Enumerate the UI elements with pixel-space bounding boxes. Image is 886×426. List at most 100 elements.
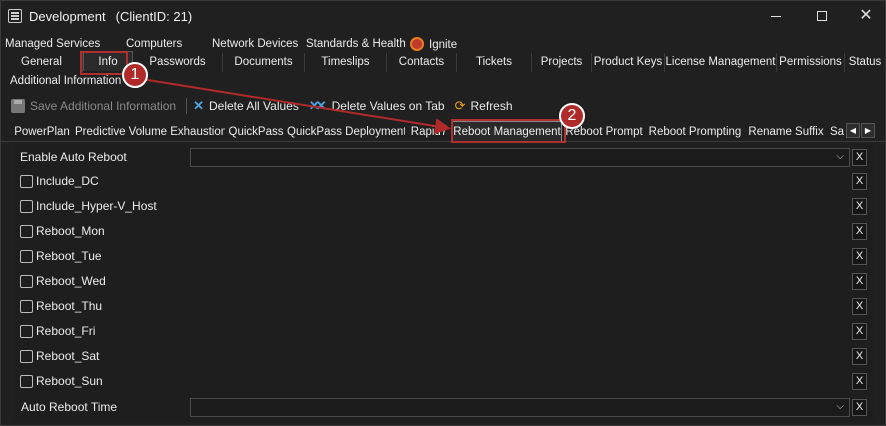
clear-reboot-fri-button[interactable]: X xyxy=(852,322,867,340)
tab-managed-services[interactable]: Managed Services xyxy=(5,38,100,50)
checkbox-row: Reboot_Wed X xyxy=(15,270,873,292)
refresh-label: Refresh xyxy=(470,99,513,113)
subtab-quickpass-deployment[interactable]: QuickPass Deployment xyxy=(287,123,405,142)
title-bar: Development (ClientID: 21) ✕ xyxy=(1,1,885,31)
clear-reboot-thu-button[interactable]: X xyxy=(852,297,867,315)
reboot-fri-label: Reboot_Fri xyxy=(36,324,96,338)
checkbox-row: Reboot_Sat X xyxy=(15,345,873,367)
checkbox-row: Reboot_Tue X xyxy=(15,245,873,267)
tab-ignite[interactable]: Ignite xyxy=(410,36,458,51)
delete-tab-label: Delete Values on Tab xyxy=(331,99,445,113)
reboot-wed-checkbox[interactable] xyxy=(20,274,33,288)
tab-additional-information[interactable]: Additional Information xyxy=(10,75,121,87)
reboot-sun-label: Reboot_Sun xyxy=(36,374,103,388)
reboot-fri-checkbox[interactable] xyxy=(20,324,33,338)
maximize-button[interactable] xyxy=(799,1,845,31)
tab-network-devices[interactable]: Network Devices xyxy=(212,38,298,50)
tab-permissions[interactable]: Permissions xyxy=(777,53,845,72)
clear-reboot-mon-button[interactable]: X xyxy=(852,222,867,240)
tab-projects[interactable]: Projects xyxy=(532,53,592,72)
reboot-thu-label: Reboot_Thu xyxy=(36,299,103,313)
close-icon: ✕ xyxy=(859,7,873,24)
delete-x-icon: ✕ xyxy=(193,98,204,113)
ignite-icon xyxy=(410,36,424,51)
clear-reboot-wed-button[interactable]: X xyxy=(852,272,867,290)
minimize-button[interactable] xyxy=(753,1,799,31)
reboot-sat-checkbox[interactable] xyxy=(20,349,33,363)
toolbar: Save Additional Information ✕ Delete All… xyxy=(5,95,883,117)
save-label: Save Additional Information xyxy=(30,99,177,113)
tab-documents[interactable]: Documents xyxy=(223,53,305,72)
delete-all-values-button[interactable]: ✕ Delete All Values xyxy=(193,98,299,114)
clear-reboot-sun-button[interactable]: X xyxy=(852,372,867,390)
delete-values-on-tab-button[interactable]: ✕✕ Delete Values on Tab xyxy=(309,98,445,114)
auto-reboot-time-select[interactable]: ⌵ xyxy=(190,397,850,417)
save-additional-info-button[interactable]: Save Additional Information xyxy=(5,99,176,113)
reboot-tue-checkbox[interactable] xyxy=(20,249,33,263)
delete-all-label: Delete All Values xyxy=(209,99,299,113)
clear-reboot-tue-button[interactable]: X xyxy=(852,247,867,265)
enable-auto-reboot-select[interactable]: ⌵ xyxy=(190,147,850,167)
clear-auto-reboot-time-button[interactable]: X xyxy=(852,398,867,416)
include-hyper-v-host-checkbox[interactable] xyxy=(20,199,33,213)
clear-enable-auto-reboot-button[interactable]: X xyxy=(852,148,867,166)
step-2-badge: 2 xyxy=(559,103,585,129)
subtab-strip: PowerPlan Predictive Volume Exhaustion Q… xyxy=(1,121,885,142)
scroll-left-icon: ◀ xyxy=(849,126,857,135)
maximize-icon xyxy=(817,11,827,21)
subtab-scroll-left-button[interactable]: ◀ xyxy=(846,123,860,138)
tab-ignite-label: Ignite xyxy=(429,38,458,51)
subtab-truncated[interactable]: Sa xyxy=(828,123,846,142)
clear-include-dc-button[interactable]: X xyxy=(852,172,867,190)
tab-contacts[interactable]: Contacts xyxy=(387,53,457,72)
chevron-down-icon: ⌵ xyxy=(836,150,844,162)
refresh-button[interactable]: ⟳ Refresh xyxy=(455,98,513,114)
step-1-badge: 1 xyxy=(122,62,148,88)
reboot-tue-label: Reboot_Tue xyxy=(36,249,102,263)
checkbox-row: Include_Hyper-V_Host X xyxy=(15,195,873,217)
subtab-rapid7[interactable]: Rapid7 xyxy=(407,123,451,142)
refresh-icon: ⟳ xyxy=(454,98,466,113)
reboot-mon-checkbox[interactable] xyxy=(20,224,33,238)
subtab-powerplan[interactable]: PowerPlan xyxy=(11,123,73,142)
clear-include-hyper-v-host-button[interactable]: X xyxy=(852,197,867,215)
tab-standards-health[interactable]: Standards & Health xyxy=(306,38,406,50)
checkbox-row: Reboot_Sun X xyxy=(15,370,873,392)
include-dc-label: Include_DC xyxy=(36,174,99,188)
reboot-sat-label: Reboot_Sat xyxy=(36,349,100,363)
reboot-mon-label: Reboot_Mon xyxy=(36,224,105,238)
tab-computers[interactable]: Computers xyxy=(126,38,182,50)
reboot-management-form: Enable Auto Reboot ⌵ X Include_DC X Incl… xyxy=(15,144,873,422)
subtab-predictive-volume-exhaustion[interactable]: Predictive Volume Exhaustion xyxy=(75,123,225,142)
tab-product-keys[interactable]: Product Keys xyxy=(592,53,665,72)
subtab-scroll-right-button[interactable]: ▶ xyxy=(861,123,875,138)
reboot-thu-checkbox[interactable] xyxy=(20,299,33,313)
close-button[interactable]: ✕ xyxy=(843,1,886,31)
reboot-sun-checkbox[interactable] xyxy=(20,374,33,388)
app-icon xyxy=(8,9,22,23)
subtab-rename-suffix[interactable]: Rename Suffix xyxy=(746,123,826,142)
clear-reboot-sat-button[interactable]: X xyxy=(852,347,867,365)
auto-reboot-time-label: Auto Reboot Time xyxy=(21,400,118,414)
delete-tab-x-icon: ✕✕ xyxy=(308,98,327,113)
reboot-wed-label: Reboot_Wed xyxy=(36,274,106,288)
highlight-info-tab xyxy=(80,51,128,75)
tab-timeslips[interactable]: Timeslips xyxy=(305,53,387,72)
tab-license-management[interactable]: License Management xyxy=(665,53,777,72)
checkbox-row: Include_DC X xyxy=(15,170,873,192)
subtab-quickpass[interactable]: QuickPass xyxy=(227,123,285,142)
include-dc-checkbox[interactable] xyxy=(20,174,33,188)
subtab-reboot-prompting[interactable]: Reboot Prompting xyxy=(646,123,744,142)
auto-reboot-time-row: Auto Reboot Time ⌵ X xyxy=(15,396,873,418)
save-icon xyxy=(11,99,25,113)
toolbar-separator xyxy=(186,98,188,114)
window-title: Development xyxy=(29,8,106,24)
checkbox-row: Reboot_Thu X xyxy=(15,295,873,317)
include-hyper-v-host-label: Include_Hyper-V_Host xyxy=(36,199,157,213)
tab-status[interactable]: Status xyxy=(845,53,885,72)
tab-general[interactable]: General xyxy=(1,53,83,72)
enable-auto-reboot-row: Enable Auto Reboot ⌵ X xyxy=(15,146,873,168)
enable-auto-reboot-label: Enable Auto Reboot xyxy=(20,150,127,164)
minimize-icon xyxy=(771,15,781,17)
tab-tickets[interactable]: Tickets xyxy=(457,53,532,72)
